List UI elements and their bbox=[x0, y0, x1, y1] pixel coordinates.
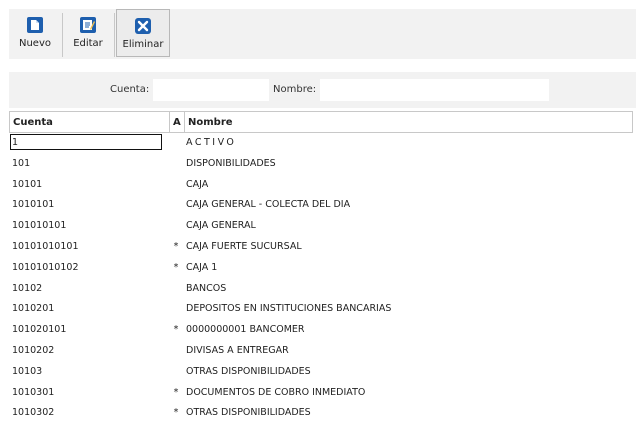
cell-nombre: CAJA GENERAL bbox=[186, 220, 256, 232]
table-row[interactable]: 1 ACTIVO bbox=[9, 133, 633, 154]
toolbar-separator bbox=[62, 13, 63, 57]
table-row[interactable]: 10101 CAJA bbox=[9, 175, 633, 196]
cell-a: * bbox=[173, 407, 179, 419]
table-row[interactable]: 10102 BANCOS bbox=[9, 279, 633, 300]
cell-cuenta: 101020101 bbox=[12, 324, 67, 336]
new-document-icon bbox=[27, 17, 43, 33]
column-header-nombre[interactable]: Nombre bbox=[188, 117, 233, 128]
nombre-filter-label: Nombre: bbox=[273, 84, 317, 95]
editar-button[interactable]: Editar bbox=[64, 9, 112, 57]
account-list: 1 ACTIVO 101 DISPONIBILIDADES 10101 CAJA… bbox=[9, 133, 633, 424]
cell-a: * bbox=[173, 240, 179, 252]
cell-nombre: 0000000001 BANCOMER bbox=[186, 324, 305, 336]
cell-nombre: ACTIVO bbox=[186, 137, 237, 148]
cell-cuenta: 1010302 bbox=[12, 407, 55, 419]
table-row[interactable]: 101010101 CAJA GENERAL bbox=[9, 216, 633, 237]
cell-nombre: BANCOS bbox=[186, 282, 227, 294]
cell-nombre: OTRAS DISPONIBILIDADES bbox=[186, 407, 311, 419]
table-row[interactable]: 10101010101 * CAJA FUERTE SUCURSAL bbox=[9, 237, 633, 258]
filter-bar: Cuenta: Nombre: bbox=[9, 72, 636, 108]
cell-nombre: OTRAS DISPONIBILIDADES bbox=[186, 365, 311, 377]
delete-icon bbox=[135, 18, 151, 34]
eliminar-label: Eliminar bbox=[122, 39, 164, 50]
column-divider[interactable] bbox=[169, 112, 170, 132]
column-header-cuenta[interactable]: Cuenta bbox=[13, 117, 53, 128]
cell-a: * bbox=[173, 261, 179, 273]
cell-cuenta: 101 bbox=[12, 157, 31, 169]
cell-nombre: CAJA 1 bbox=[186, 261, 218, 273]
edit-document-icon bbox=[80, 17, 96, 33]
table-row[interactable]: 101020101 * 0000000001 BANCOMER bbox=[9, 320, 633, 341]
cell-nombre: DISPONIBILIDADES bbox=[186, 157, 276, 169]
cell-nombre: DIVISAS A ENTREGAR bbox=[186, 344, 289, 356]
table-row[interactable]: 1010302 * OTRAS DISPONIBILIDADES bbox=[9, 403, 633, 424]
cell-nombre: CAJA FUERTE SUCURSAL bbox=[186, 240, 302, 252]
cell-cuenta: 10101010101 bbox=[12, 240, 79, 252]
cell-cuenta: 10102 bbox=[12, 282, 43, 294]
column-divider[interactable] bbox=[184, 112, 185, 132]
cell-a: * bbox=[173, 324, 179, 336]
cell-cuenta: 10103 bbox=[12, 365, 43, 377]
cell-cuenta: 101010101 bbox=[12, 220, 67, 232]
cell-nombre: DOCUMENTOS DE COBRO INMEDIATO bbox=[186, 386, 366, 398]
cell-a: * bbox=[173, 386, 179, 398]
nuevo-button[interactable]: Nuevo bbox=[9, 9, 61, 57]
column-header-a[interactable]: A bbox=[173, 117, 181, 128]
cell-nombre: CAJA GENERAL - COLECTA DEL DIA bbox=[186, 199, 351, 211]
nuevo-label: Nuevo bbox=[18, 38, 51, 49]
table-row[interactable]: 1010202 DIVISAS A ENTREGAR bbox=[9, 341, 633, 362]
cell-cuenta: 10101010102 bbox=[12, 261, 79, 273]
cell-cuenta: 1010101 bbox=[12, 199, 55, 211]
cell-nombre: DEPOSITOS EN INSTITUCIONES BANCARIAS bbox=[186, 303, 392, 315]
cell-nombre: CAJA bbox=[186, 178, 209, 190]
cell-cuenta: 1010201 bbox=[12, 303, 55, 315]
toolbar-separator bbox=[114, 13, 115, 57]
cell-cuenta: 1 bbox=[10, 134, 162, 150]
cell-cuenta: 1010202 bbox=[12, 344, 55, 356]
cell-cuenta: 1010301 bbox=[12, 386, 55, 398]
table-row[interactable]: 1010201 DEPOSITOS EN INSTITUCIONES BANCA… bbox=[9, 299, 633, 320]
cell-cuenta: 10101 bbox=[12, 178, 43, 190]
editar-label: Editar bbox=[73, 38, 103, 49]
table-row[interactable]: 1010301 * DOCUMENTOS DE COBRO INMEDIATO bbox=[9, 383, 633, 404]
cuenta-filter-input[interactable] bbox=[153, 79, 269, 101]
table-row[interactable]: 10101010102 * CAJA 1 bbox=[9, 258, 633, 279]
cuenta-filter-label: Cuenta: bbox=[110, 84, 150, 95]
grid-header: Cuenta A Nombre bbox=[9, 111, 633, 133]
table-row[interactable]: 101 DISPONIBILIDADES bbox=[9, 154, 633, 175]
toolbar: Nuevo Editar Eliminar bbox=[9, 9, 636, 59]
table-row[interactable]: 1010101 CAJA GENERAL - COLECTA DEL DIA bbox=[9, 195, 633, 216]
eliminar-button[interactable]: Eliminar bbox=[116, 9, 170, 57]
table-row[interactable]: 10103 OTRAS DISPONIBILIDADES bbox=[9, 362, 633, 383]
nombre-filter-input[interactable] bbox=[320, 79, 549, 101]
